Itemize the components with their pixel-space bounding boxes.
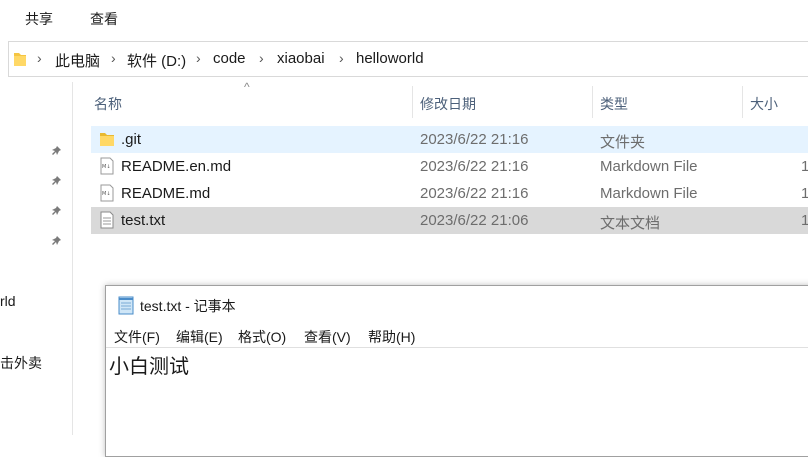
file-row-readme-en[interactable]: M↓ README.en.md 2023/6/22 21:16 Markdown… (91, 153, 808, 180)
ribbon-tab-share[interactable]: 共享 (25, 9, 53, 29)
file-type: Markdown File (600, 158, 698, 175)
column-header-size[interactable]: 大小 (750, 94, 778, 114)
menu-format[interactable]: 格式(O) (238, 327, 286, 347)
breadcrumb-helloworld[interactable]: helloworld (356, 50, 424, 67)
breadcrumb-xiaobai[interactable]: xiaobai (277, 50, 325, 67)
file-row-git[interactable]: .git 2023/6/22 21:16 文件夹 (91, 126, 808, 153)
chevron-right-icon: › (196, 50, 201, 66)
navigation-pane (0, 82, 73, 435)
file-date: 2023/6/22 21:06 (420, 212, 529, 229)
breadcrumb-drive-d[interactable]: 软件 (D:) (127, 50, 186, 71)
breadcrumb-code[interactable]: code (213, 50, 246, 67)
nav-item-waimai[interactable]: 击外卖 (0, 353, 42, 373)
pin-icon[interactable] (50, 144, 64, 158)
chevron-right-icon: › (259, 50, 264, 66)
column-header-type[interactable]: 类型 (600, 94, 628, 114)
file-date: 2023/6/22 21:16 (420, 158, 529, 175)
text-file-icon (100, 211, 114, 229)
file-size: 1 (801, 212, 808, 229)
pin-icon[interactable] (50, 174, 64, 188)
notepad-icon (118, 296, 134, 315)
menu-edit[interactable]: 编辑(E) (176, 327, 223, 347)
nav-item-helloworld[interactable]: rld (0, 293, 16, 309)
folder-icon (14, 53, 26, 66)
pin-icon[interactable] (50, 204, 64, 218)
markdown-file-icon: M↓ (100, 184, 114, 202)
file-row-readme[interactable]: M↓ README.md 2023/6/22 21:16 Markdown Fi… (91, 180, 808, 207)
menu-divider (106, 347, 808, 348)
svg-text:M↓: M↓ (102, 191, 111, 197)
file-name: .git (121, 131, 142, 148)
file-type: 文本文档 (600, 215, 661, 232)
column-header-name[interactable]: 名称 (94, 94, 122, 114)
markdown-file-icon: M↓ (100, 157, 114, 175)
pin-icon[interactable] (50, 234, 64, 248)
file-size: 1 (801, 185, 808, 202)
folder-icon (100, 133, 114, 146)
column-header-date[interactable]: 修改日期 (420, 94, 476, 114)
notepad-title: test.txt - 记事本 (140, 298, 236, 314)
file-type: Markdown File (600, 185, 698, 202)
file-date: 2023/6/22 21:16 (420, 131, 529, 148)
chevron-right-icon: › (339, 50, 344, 66)
menu-help[interactable]: 帮助(H) (368, 327, 415, 347)
file-date: 2023/6/22 21:16 (420, 185, 529, 202)
column-divider[interactable] (742, 86, 743, 118)
breadcrumb-this-pc[interactable]: 此电脑 (55, 50, 100, 71)
file-row-test-txt[interactable]: test.txt 2023/6/22 21:06 文本文档 1 (91, 207, 808, 234)
menu-view[interactable]: 查看(V) (304, 327, 351, 347)
ribbon-tab-view[interactable]: 查看 (90, 9, 118, 29)
chevron-right-icon: › (37, 50, 42, 66)
file-name: test.txt (121, 212, 166, 229)
notepad-window[interactable]: test.txt - 记事本 文件(F) 编辑(E) 格式(O) 查看(V) 帮… (105, 285, 808, 457)
notepad-text-area[interactable]: 小白测试 (109, 350, 189, 379)
chevron-right-icon: › (111, 50, 116, 66)
file-name: README.md (121, 185, 211, 202)
file-size: 1 (801, 158, 808, 175)
sort-ascending-icon: ^ (244, 80, 250, 94)
file-type: 文件夹 (600, 134, 646, 151)
menu-file[interactable]: 文件(F) (114, 327, 160, 347)
file-name: README.en.md (121, 158, 232, 175)
svg-text:M↓: M↓ (102, 164, 111, 170)
column-divider[interactable] (412, 86, 413, 118)
column-divider[interactable] (592, 86, 593, 118)
